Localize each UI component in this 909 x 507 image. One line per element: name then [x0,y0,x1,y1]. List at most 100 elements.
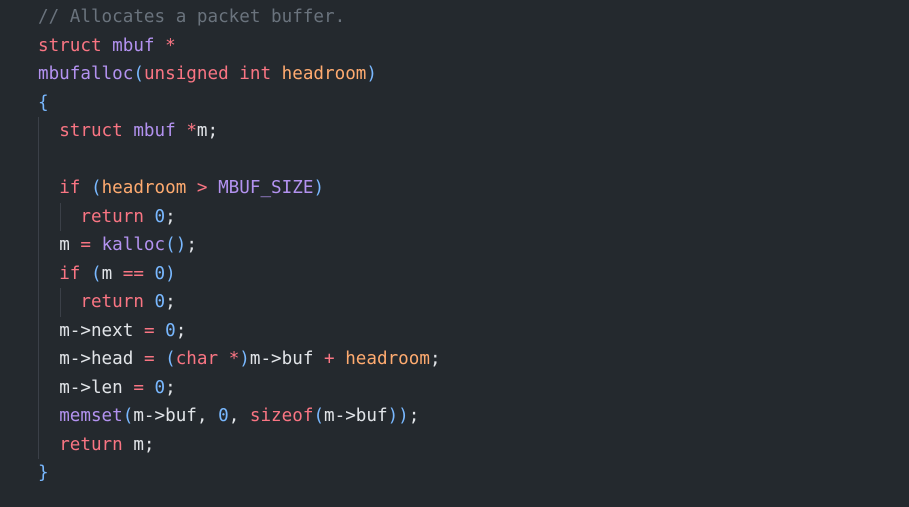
code-token-plain: m [59,235,70,255]
indent-guide [38,402,39,431]
code-token-type: mbuf [133,121,176,141]
code-line[interactable]: return 0; [38,202,441,231]
code-token-keyword: char [175,349,219,369]
code-token-keyword: * [165,35,176,56]
code-token-plain: m->buf [249,349,314,369]
code-line[interactable]: memset(m->buf, 0, sizeof(m->buf)); [38,402,441,431]
code-token-keyword: = [143,349,155,369]
code-token-keyword: int [239,64,272,84]
code-token-param: headroom [101,178,187,198]
indent-guide [38,231,39,260]
code-token-brace: { [38,92,49,113]
code-token-func: memset [59,406,123,426]
code-token-comment: // Allocates a packet buffer. [38,7,346,27]
indent-guide [38,202,39,231]
code-token-paren: ( [90,178,102,198]
code-token-const: MBUF_SIZE [218,178,314,198]
code-line[interactable]: m = kalloc(); [38,231,441,260]
code-token-plain: m; [196,121,219,141]
code-line[interactable]: struct mbuf * [38,32,441,61]
code-token-param: headroom [345,349,430,369]
code-line[interactable]: mbufalloc(unsigned int headroom) [38,60,441,89]
code-token-paren: ( [133,64,144,84]
code-token-paren: ) [165,263,176,284]
code-token-keyword: unsigned [143,64,229,84]
code-token-paren: ( [122,406,134,426]
indent-guide [38,316,39,345]
code-token-keyword: return [80,292,144,312]
code-token-num: 0 [165,320,176,341]
code-line[interactable]: } [38,459,441,488]
code-token-param: headroom [281,64,367,84]
code-line[interactable]: m->head = (char *)m->buf + headroom; [38,345,441,374]
code-token-paren: ) [366,64,377,84]
code-token-keyword: * [186,121,197,141]
indent-guide [38,430,39,459]
indent-guide [38,345,39,374]
code-line[interactable]: m->next = 0; [38,316,441,345]
code-token-type: mbuf [112,35,155,56]
code-token-keyword: + [324,349,335,369]
indent-guide [38,288,39,317]
code-line[interactable]: if (headroom > MBUF_SIZE) [38,174,441,203]
code-token-keyword: = [80,235,91,255]
code-content[interactable]: // Allocates a packet buffer. struct mbuf… [38,3,441,488]
code-line[interactable]: return m; [38,430,441,459]
indent-guide [38,174,39,203]
code-line[interactable]: struct mbuf *m; [38,117,441,146]
code-token-num: 0 [154,263,166,284]
code-token-keyword: * [228,349,240,369]
code-token-plain: ; [165,292,176,312]
code-token-keyword: struct [38,35,102,56]
code-line[interactable] [38,145,441,174]
code-line[interactable]: if (m == 0) [38,259,441,288]
code-token-paren: ( [165,349,176,369]
code-line[interactable]: m->len = 0; [38,373,441,402]
code-token-keyword: if [59,263,81,284]
indent-guide [38,117,39,146]
code-line[interactable]: // Allocates a packet buffer. [38,3,441,32]
code-token-keyword: sizeof [249,406,314,426]
code-line[interactable]: return 0; [38,288,441,317]
code-token-keyword: = [133,377,144,398]
code-token-plain: m; [133,434,155,455]
code-token-paren: ( [90,263,102,284]
code-token-func: mbufalloc [38,64,134,84]
code-token-plain: ; [175,320,187,341]
code-token-plain: m->len [59,377,123,398]
code-token-keyword: return [80,206,144,227]
indent-guide [60,288,61,317]
code-token-keyword: return [59,434,123,455]
indent-guide [38,145,39,174]
code-token-paren: ) [239,349,250,369]
code-line[interactable]: { [38,89,441,118]
code-editor[interactable]: // Allocates a packet buffer. struct mbuf… [0,0,909,507]
code-token-num: 0 [154,206,166,227]
code-token-plain: ; [165,377,176,398]
code-token-plain: ; [165,206,176,227]
code-token-plain: m [101,263,113,284]
code-token-keyword: if [59,178,81,198]
code-token-paren: ) [313,178,325,198]
